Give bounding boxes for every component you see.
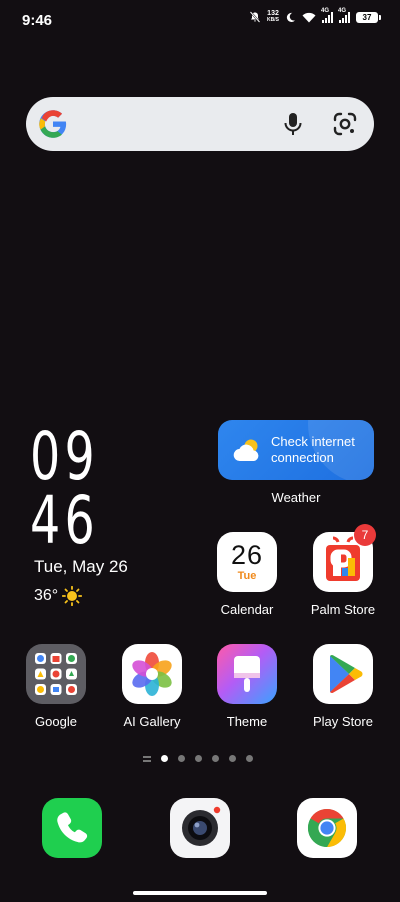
phone-icon bbox=[57, 812, 88, 843]
notification-badge: 7 bbox=[354, 524, 376, 546]
page-dot bbox=[246, 755, 253, 762]
app-label-theme: Theme bbox=[226, 714, 268, 729]
google-folder-icon bbox=[26, 644, 86, 704]
cloud-icon bbox=[233, 439, 259, 462]
mute-notification-icon bbox=[249, 11, 261, 23]
app-label-ai-gallery: AI Gallery bbox=[123, 714, 181, 729]
dock-phone[interactable] bbox=[42, 798, 102, 858]
signal-sim2-icon: 4G bbox=[338, 8, 350, 23]
status-icons: 132 KB/S 4G 4G 37 bbox=[249, 8, 381, 24]
home-gesture-bar[interactable] bbox=[133, 891, 267, 895]
microphone-icon[interactable] bbox=[282, 111, 304, 137]
google-g-icon bbox=[39, 110, 67, 138]
app-label-calendar: Calendar bbox=[220, 602, 274, 617]
page-indicator[interactable] bbox=[143, 755, 253, 762]
battery-indicator: 37 bbox=[356, 11, 381, 23]
clock-date[interactable]: Tue, May 26 bbox=[34, 557, 128, 577]
theme-icon bbox=[217, 644, 277, 704]
page-dot-active bbox=[161, 755, 168, 762]
wifi-icon bbox=[302, 12, 316, 22]
app-google-folder[interactable]: Google bbox=[11, 644, 101, 729]
sun-icon bbox=[62, 586, 83, 606]
page-dot bbox=[195, 755, 202, 762]
app-label-play-store: Play Store bbox=[313, 714, 373, 729]
play-store-icon bbox=[313, 644, 373, 704]
clock-hour[interactable]: 09 bbox=[30, 424, 99, 490]
app-palm-store[interactable]: Palm Store bbox=[298, 532, 388, 617]
chrome-icon bbox=[307, 808, 347, 848]
weather-label-wrap: Weather bbox=[251, 480, 341, 505]
app-theme[interactable]: Theme bbox=[202, 644, 292, 729]
net-speed: 132 KB/S bbox=[267, 10, 279, 23]
app-label-google: Google bbox=[35, 714, 77, 729]
clock-minute[interactable]: 46 bbox=[30, 488, 99, 554]
page-indicator-menu-icon bbox=[143, 755, 151, 762]
camera-icon bbox=[182, 806, 221, 846]
app-ai-gallery[interactable]: AI Gallery bbox=[107, 644, 197, 729]
app-calendar[interactable]: 26 Tue Calendar bbox=[202, 532, 292, 617]
clock-temperature[interactable]: 36° bbox=[34, 586, 83, 606]
page-dot bbox=[229, 755, 236, 762]
dock-camera[interactable] bbox=[170, 798, 230, 858]
page-dot bbox=[212, 755, 219, 762]
dock-chrome[interactable] bbox=[297, 798, 357, 858]
status-time: 9:46 bbox=[22, 12, 53, 29]
app-label-palm-store: Palm Store bbox=[310, 602, 376, 617]
signal-sim1-icon: 4G bbox=[321, 8, 333, 23]
weather-message: Check internet connection bbox=[271, 434, 355, 465]
calendar-icon: 26 Tue bbox=[217, 532, 277, 592]
app-play-store[interactable]: Play Store bbox=[298, 644, 388, 729]
google-search-bar[interactable] bbox=[26, 97, 374, 151]
weather-widget[interactable]: Check internet connection bbox=[218, 420, 374, 480]
google-lens-icon[interactable] bbox=[332, 111, 358, 137]
page-dot bbox=[178, 755, 185, 762]
moon-icon bbox=[286, 12, 296, 22]
app-label-weather: Weather bbox=[271, 490, 321, 505]
ai-gallery-icon bbox=[122, 644, 182, 704]
